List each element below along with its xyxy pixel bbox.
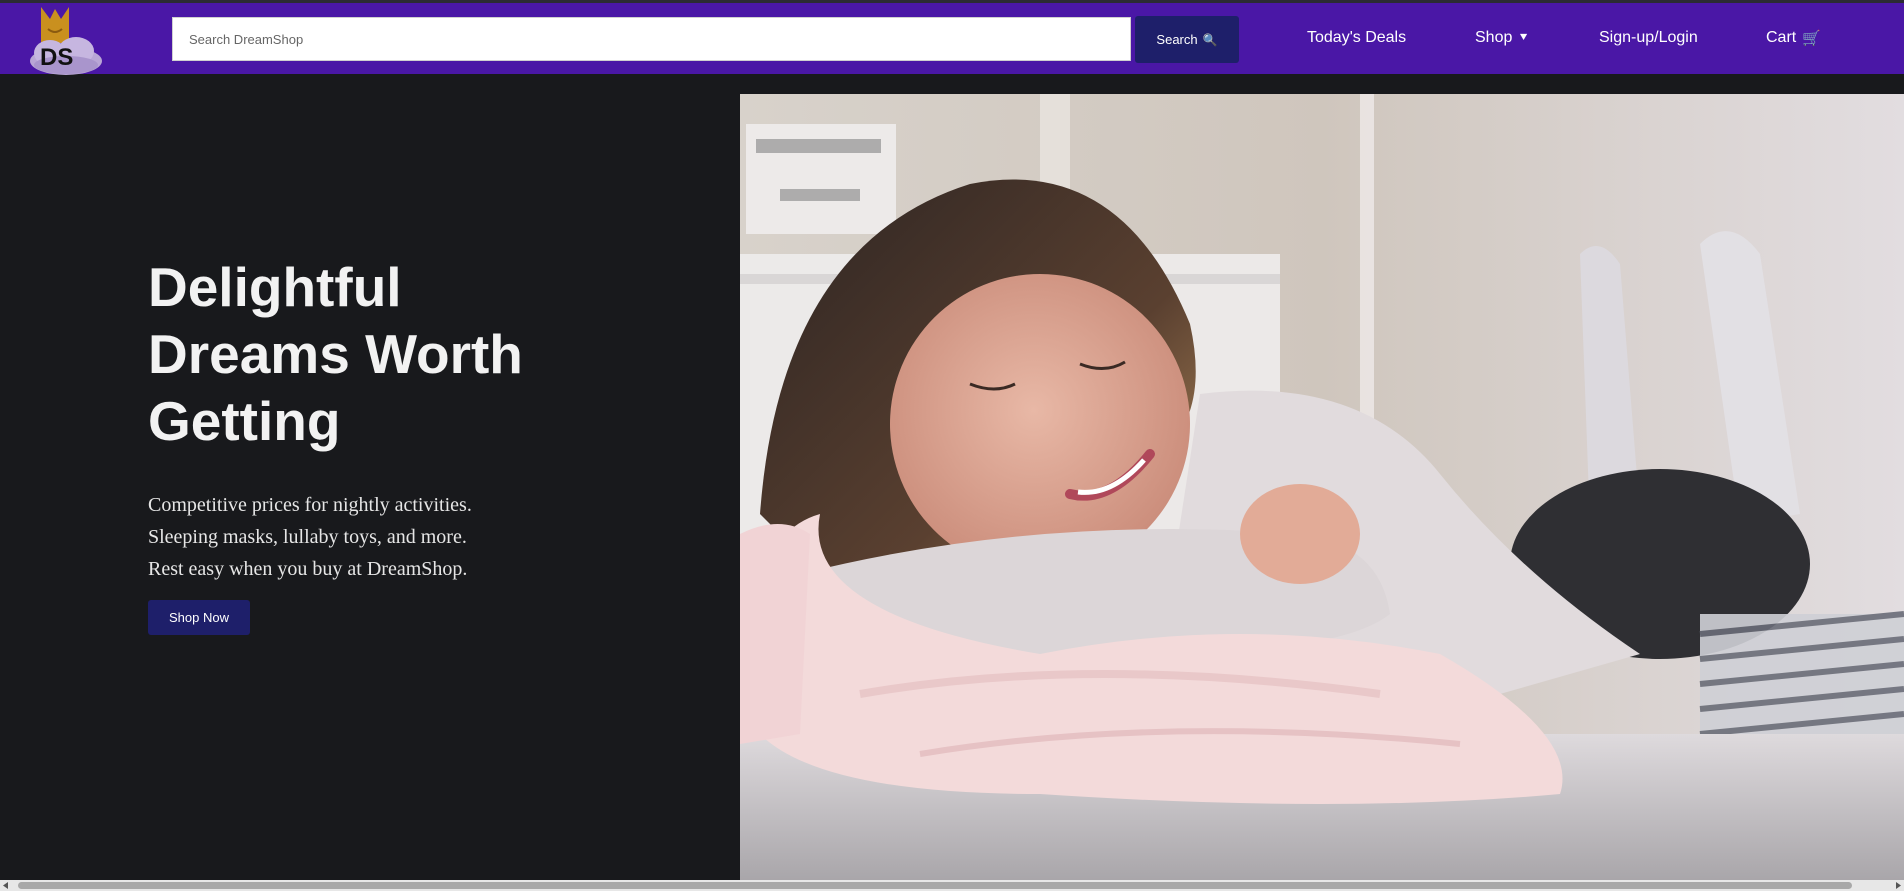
scroll-left-arrow-icon[interactable]: [0, 880, 12, 891]
hero-title-line: Dreams Worth: [148, 323, 523, 385]
svg-text:DS: DS: [40, 44, 73, 71]
hero-description: Competitive prices for nightly activitie…: [148, 489, 708, 585]
hero-description-line: Sleeping masks, lullaby toys, and more.: [148, 526, 467, 548]
horizontal-scrollbar[interactable]: [0, 880, 1904, 891]
nav-shop-dropdown[interactable]: Shop ⯆: [1475, 29, 1529, 47]
hero-description-line: Rest easy when you buy at DreamShop.: [148, 558, 468, 580]
hero-title-line: Delightful: [148, 256, 402, 318]
nav-cart[interactable]: Cart 🛒: [1766, 29, 1821, 47]
nav-todays-deals-label: Today's Deals: [1307, 29, 1407, 46]
nav-signup-login-label: Sign-up/Login: [1599, 29, 1698, 46]
scroll-right-arrow-icon[interactable]: [1892, 880, 1904, 891]
nav-signup-login[interactable]: Sign-up/Login: [1599, 29, 1698, 47]
nav-shop-label: Shop: [1475, 29, 1513, 46]
search-input[interactable]: [172, 17, 1131, 61]
hero-title-line: Getting: [148, 390, 341, 452]
hero-title: Delightful Dreams Worth Getting: [148, 254, 708, 455]
top-navigation-bar: DS Search 🔍 Today's Deals Shop ⯆ Sign-up…: [0, 0, 1904, 77]
search-icon: 🔍: [1202, 32, 1218, 47]
dreamshop-logo[interactable]: DS: [28, 5, 106, 77]
hero-photo-woman-sleeping: [740, 94, 1904, 880]
shop-now-button[interactable]: Shop Now: [148, 600, 250, 635]
caret-down-icon: ⯆: [1518, 30, 1529, 45]
cart-icon: 🛒: [1802, 30, 1821, 47]
hero-description-line: Competitive prices for nightly activitie…: [148, 494, 472, 516]
scrollbar-thumb[interactable]: [18, 882, 1852, 889]
crown-cloud-logo-icon: DS: [30, 7, 102, 75]
nav-cart-label: Cart: [1766, 29, 1797, 46]
search-button-label: Search: [1156, 32, 1198, 47]
nav-todays-deals[interactable]: Today's Deals: [1307, 29, 1406, 47]
search-button[interactable]: Search 🔍: [1135, 16, 1239, 63]
